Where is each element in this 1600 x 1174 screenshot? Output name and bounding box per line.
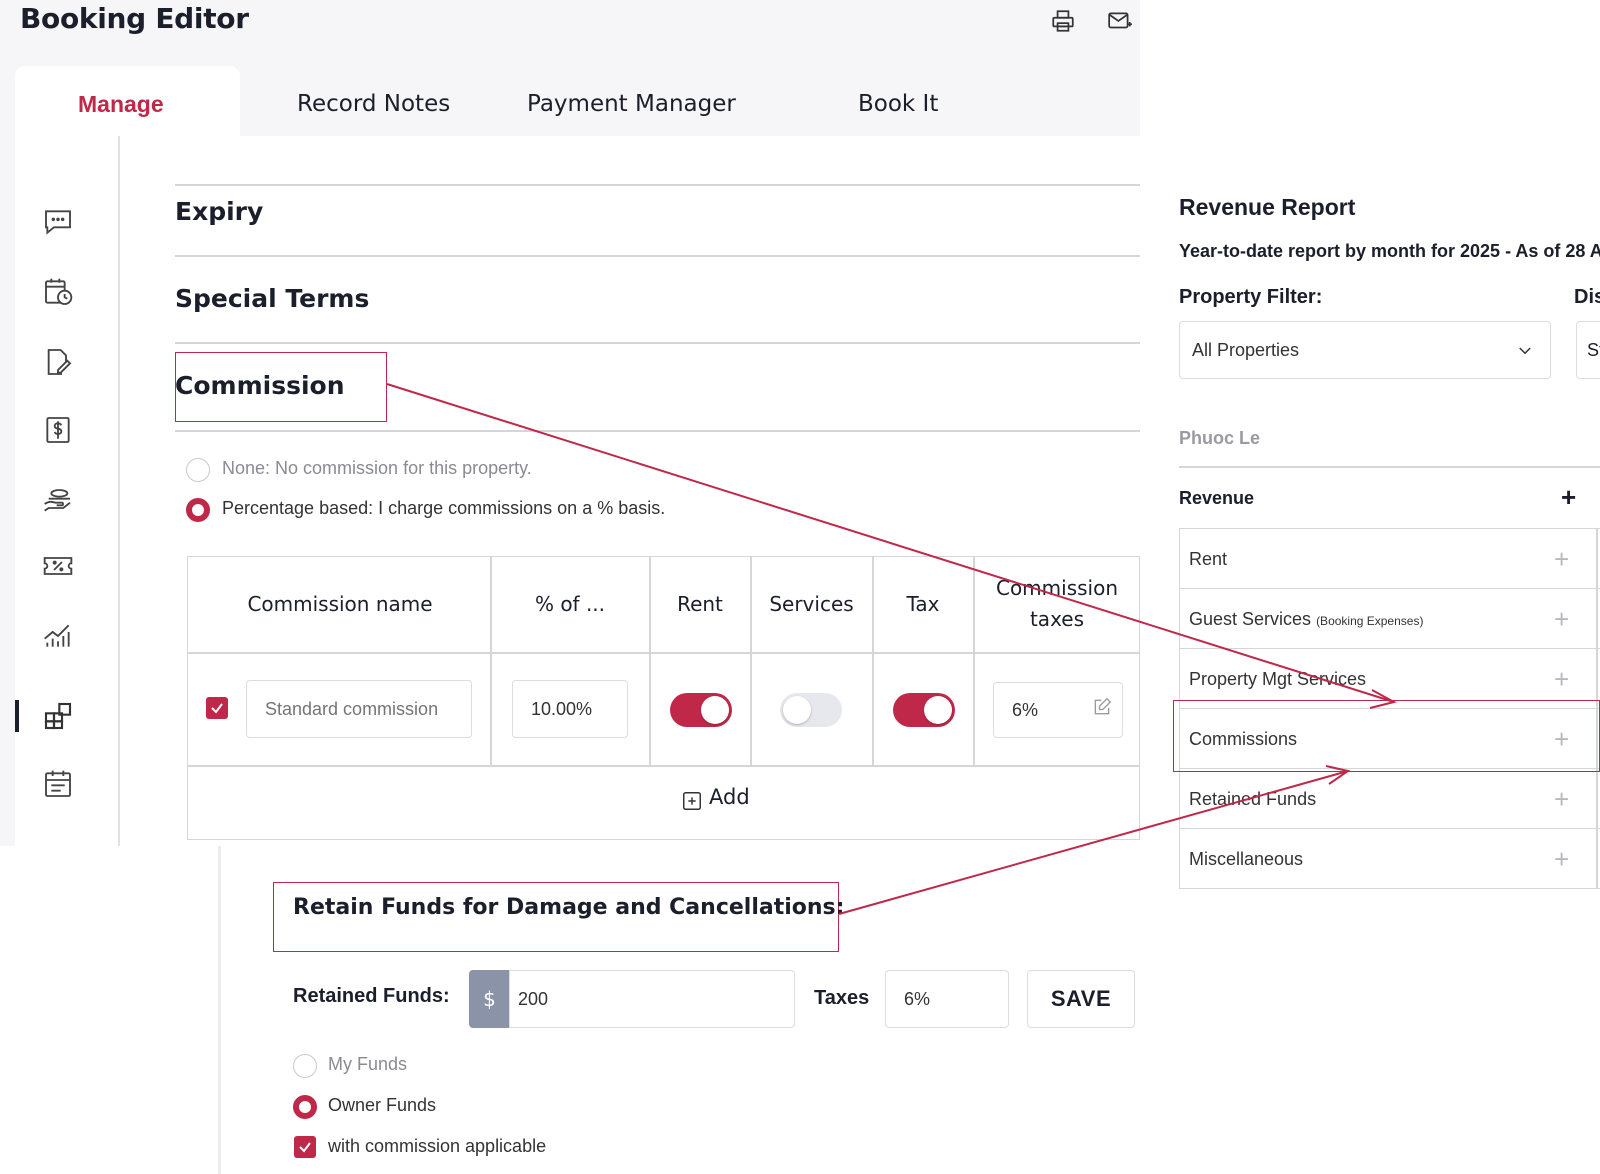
sidebar-active-indicator (15, 700, 19, 732)
commission-taxes-value: 6% (1012, 699, 1039, 720)
retained-funds-input[interactable]: 200 (509, 970, 795, 1028)
plus-icon[interactable]: + (1554, 829, 1569, 889)
tab-manage[interactable]: Manage (78, 84, 164, 124)
header-tax: Tax (906, 592, 940, 616)
tab-book-it[interactable]: Book It (858, 84, 938, 124)
retain-panel-edge (218, 846, 221, 1174)
display-label: Dis (1574, 286, 1600, 308)
my-funds-label: My Funds (328, 1054, 408, 1074)
owner-divider (1179, 466, 1600, 468)
owner-name: Phuoc Le (1179, 428, 1261, 448)
radio-no-commission[interactable] (186, 458, 210, 482)
owner-funds-label: Owner Funds (328, 1095, 437, 1115)
table-header-divider (187, 652, 1140, 654)
header-commission-taxes-line1: Commission (995, 576, 1119, 600)
edit-document-icon[interactable] (42, 346, 74, 378)
section-special-terms[interactable]: Special Terms (175, 284, 369, 313)
divider (175, 342, 1140, 344)
radio-my-funds[interactable] (293, 1054, 317, 1078)
services-toggle[interactable] (780, 693, 842, 727)
chevron-down-icon (1519, 347, 1531, 355)
revenue-label: Revenue (1179, 488, 1255, 508)
property-filter-label: Property Filter: (1179, 286, 1323, 308)
no-commission-label: None: No commission for this property. (222, 458, 532, 478)
revenue-report-subtitle: Year-to-date report by month for 2025 - … (1179, 241, 1600, 261)
divider (175, 430, 1140, 432)
with-commission-checkbox[interactable] (294, 1136, 316, 1158)
revenue-row-guest-services[interactable]: Guest Services (Booking Expenses) + (1179, 589, 1600, 649)
column-divider (649, 556, 651, 766)
divider (175, 255, 1140, 257)
invoice-dollar-icon[interactable] (42, 414, 74, 446)
commission-highlight-box (175, 352, 387, 422)
add-commission-button[interactable]: Add (709, 785, 750, 809)
calendar-list-icon[interactable] (42, 768, 74, 800)
commissions-highlight-box (1173, 700, 1600, 772)
plus-icon[interactable]: + (1554, 529, 1569, 589)
save-button[interactable]: SAVE (1027, 970, 1135, 1028)
rent-toggle[interactable] (670, 693, 732, 727)
add-widget-icon[interactable] (42, 700, 74, 732)
percentage-commission-label: Percentage based: I charge commissions o… (222, 498, 666, 518)
tax-toggle[interactable] (893, 693, 955, 727)
revenue-report-title: Revenue Report (1179, 194, 1356, 220)
header-rent: Rent (677, 592, 723, 616)
commission-row-checkbox[interactable] (206, 697, 228, 719)
revenue-expand-plus-icon[interactable]: + (1561, 484, 1576, 510)
print-icon[interactable] (1050, 8, 1076, 34)
revenue-row-miscellaneous[interactable]: Miscellaneous + (1179, 829, 1600, 889)
calendar-clock-icon[interactable] (42, 276, 74, 308)
page-title: Booking Editor (20, 2, 249, 35)
header-percent-of: % of ... (534, 592, 606, 616)
header-commission-taxes-line2: taxes (1029, 607, 1085, 631)
header-services: Services (769, 592, 854, 616)
retain-funds-title: Retain Funds for Damage and Cancellation… (293, 895, 845, 920)
sidebar-divider (118, 136, 120, 846)
ticket-percent-icon[interactable] (42, 550, 74, 582)
revenue-row-rent[interactable]: Rent + (1179, 529, 1600, 589)
radio-percentage-commission[interactable] (186, 498, 210, 522)
retain-taxes-input[interactable]: 6% (885, 970, 1009, 1028)
property-filter-select[interactable]: All Properties (1179, 321, 1551, 379)
display-select[interactable]: St (1576, 321, 1600, 379)
plus-icon[interactable]: + (1554, 769, 1569, 829)
mail-send-icon[interactable] (1107, 8, 1133, 34)
radio-owner-funds[interactable] (293, 1095, 317, 1119)
section-expiry[interactable]: Expiry (175, 197, 263, 226)
currency-addon: $ (469, 970, 510, 1028)
divider (175, 184, 1140, 186)
retained-funds-label: Retained Funds: (293, 985, 450, 1007)
tab-record-notes[interactable]: Record Notes (297, 84, 450, 124)
chart-growth-icon[interactable] (42, 620, 74, 652)
with-commission-label: with commission applicable (328, 1136, 547, 1156)
column-divider (750, 556, 752, 766)
commission-percent-input[interactable]: 10.00% (512, 680, 628, 738)
table-row-divider (187, 765, 1140, 767)
tab-payment-manager[interactable]: Payment Manager (527, 84, 736, 124)
property-filter-value: All Properties (1192, 339, 1300, 360)
column-divider (872, 556, 874, 766)
column-divider (490, 556, 492, 766)
taxes-label: Taxes (814, 987, 870, 1009)
plus-icon[interactable]: + (1554, 589, 1569, 649)
edit-icon[interactable] (1092, 697, 1112, 717)
add-square-icon[interactable] (681, 790, 703, 812)
revenue-row-retained-funds[interactable]: Retained Funds + (1179, 769, 1600, 829)
commission-name-input[interactable] (246, 680, 472, 738)
header-commission-name: Commission name (247, 592, 433, 616)
hand-coins-icon[interactable] (42, 484, 74, 516)
chat-icon[interactable] (42, 206, 74, 238)
